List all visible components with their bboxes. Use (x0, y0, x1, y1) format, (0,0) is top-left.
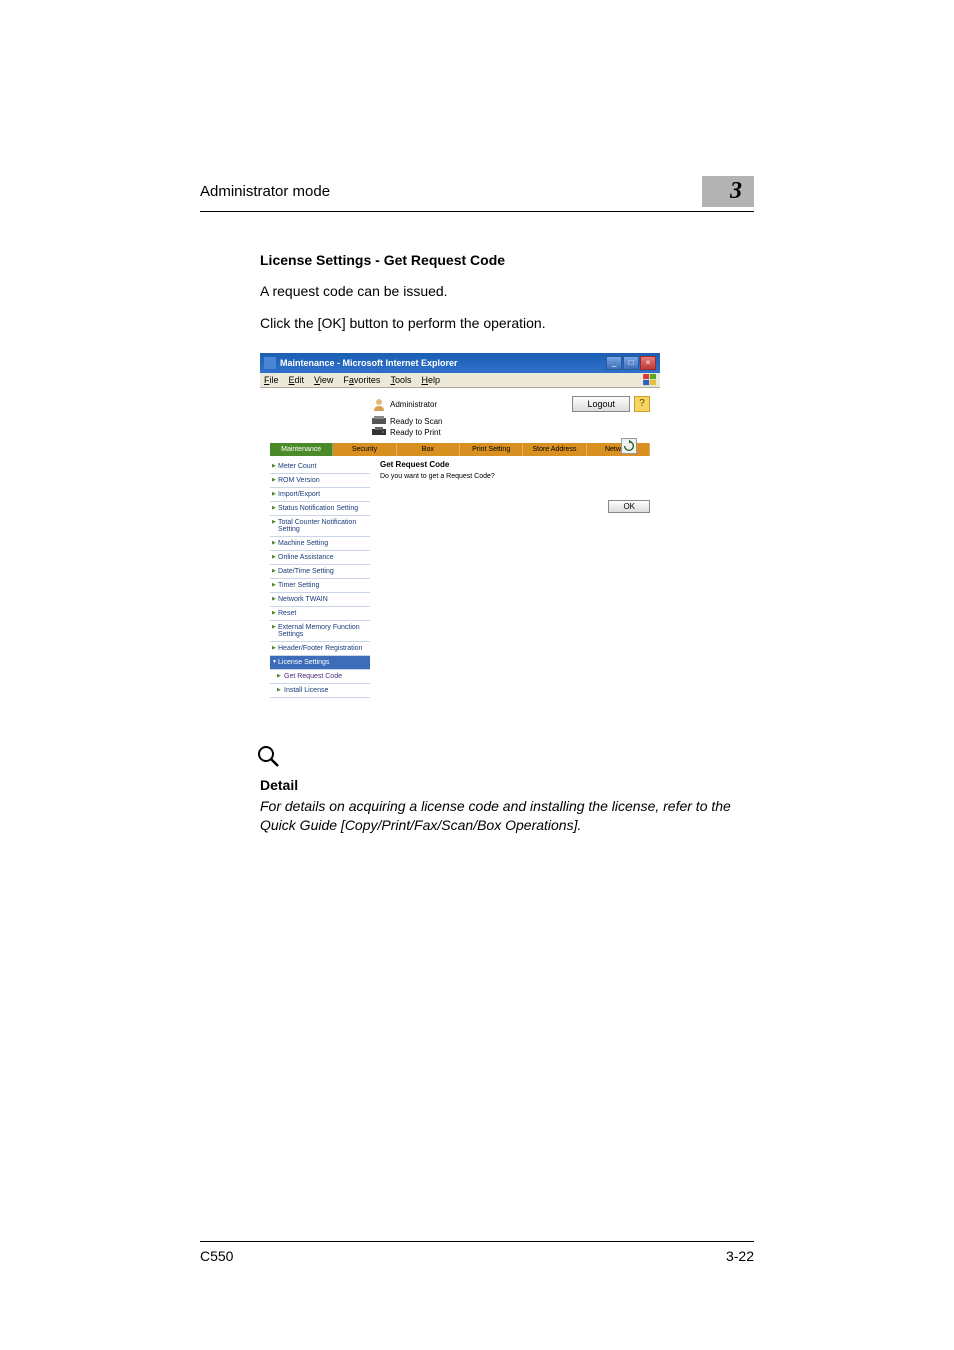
menu-edit[interactable]: Edit (289, 375, 305, 385)
windows-logo-icon (643, 374, 657, 386)
sidebar: Meter Count ROM Version Import/Export St… (270, 460, 370, 698)
sidebar-item-online-assistance[interactable]: Online Assistance (270, 551, 370, 565)
tab-maintenance[interactable]: Maintenance (270, 443, 333, 456)
menubar: File Edit View Favorites Tools Help (260, 373, 660, 388)
magnifier-icon (256, 744, 282, 770)
menu-favorites[interactable]: Favorites (343, 375, 380, 385)
tab-box[interactable]: Box (397, 443, 460, 456)
help-button[interactable]: ? (634, 396, 650, 412)
tab-security[interactable]: Security (333, 443, 396, 456)
sidebar-item-timer[interactable]: Timer Setting (270, 579, 370, 593)
section-title: License Settings - Get Request Code (260, 252, 754, 268)
body-line-1: A request code can be issued. (260, 282, 754, 302)
sidebar-item-network-twain[interactable]: Network TWAIN (270, 593, 370, 607)
detail-text: For details on acquiring a license code … (260, 797, 754, 835)
sidebar-item-reset[interactable]: Reset (270, 607, 370, 621)
tab-row: Maintenance Security Box Print Setting S… (270, 443, 650, 456)
tab-print-setting[interactable]: Print Setting (460, 443, 523, 456)
sidebar-item-get-request-code[interactable]: Get Request Code (270, 670, 370, 684)
page-header: Administrator mode 3 (200, 176, 754, 212)
sidebar-item-status-notification[interactable]: Status Notification Setting (270, 502, 370, 516)
logout-button[interactable]: Logout (572, 396, 630, 412)
sidebar-item-rom-version[interactable]: ROM Version (270, 474, 370, 488)
close-button[interactable]: × (640, 356, 656, 370)
sidebar-item-license-settings[interactable]: License Settings (270, 656, 370, 670)
ie-icon (264, 357, 276, 369)
admin-user-icon (372, 397, 386, 411)
printer-icon (372, 427, 386, 437)
sidebar-item-external-memory[interactable]: External Memory Function Settings (270, 621, 370, 642)
chapter-number: 3 (702, 176, 754, 207)
menu-file[interactable]: File (264, 375, 279, 385)
admin-label: Administrator (372, 397, 437, 411)
sidebar-item-import-export[interactable]: Import/Export (270, 488, 370, 502)
window-titlebar: Maintenance - Microsoft Internet Explore… (260, 353, 660, 373)
page-footer: C550 3-22 (200, 1241, 754, 1264)
body-line-2: Click the [OK] button to perform the ope… (260, 314, 754, 334)
header-title: Administrator mode (200, 183, 330, 200)
refresh-button[interactable] (621, 438, 637, 454)
menu-help[interactable]: Help (421, 375, 440, 385)
ok-button[interactable]: OK (608, 500, 650, 513)
footer-page: 3-22 (726, 1248, 754, 1264)
status-print: Ready to Print (372, 427, 650, 437)
minimize-button[interactable]: _ (606, 356, 622, 370)
footer-model: C550 (200, 1248, 233, 1264)
menu-view[interactable]: View (314, 375, 333, 385)
content-question: Do you want to get a Request Code? (380, 473, 650, 480)
detail-heading: Detail (260, 777, 754, 793)
menu-tools[interactable]: Tools (390, 375, 411, 385)
maximize-button[interactable]: □ (623, 356, 639, 370)
sidebar-item-datetime[interactable]: Date/Time Setting (270, 565, 370, 579)
sidebar-item-meter-count[interactable]: Meter Count (270, 460, 370, 474)
tab-network[interactable]: Network (587, 443, 650, 456)
window-title: Maintenance - Microsoft Internet Explore… (280, 358, 606, 368)
sidebar-item-total-counter[interactable]: Total Counter Notification Setting (270, 516, 370, 537)
sidebar-item-machine-setting[interactable]: Machine Setting (270, 537, 370, 551)
status-scan: Ready to Scan (372, 416, 650, 426)
sidebar-item-header-footer[interactable]: Header/Footer Registration (270, 642, 370, 656)
scanner-icon (372, 416, 386, 426)
content-heading: Get Request Code (380, 460, 650, 469)
screenshot-window: Maintenance - Microsoft Internet Explore… (260, 353, 660, 708)
detail-section: Detail For details on acquiring a licens… (260, 744, 754, 835)
tab-store-address[interactable]: Store Address (523, 443, 586, 456)
browser-content: Administrator Logout ? Ready to Scan Rea… (260, 388, 660, 708)
main-content: Get Request Code Do you want to get a Re… (370, 460, 650, 698)
sidebar-item-install-license[interactable]: Install License (270, 684, 370, 698)
